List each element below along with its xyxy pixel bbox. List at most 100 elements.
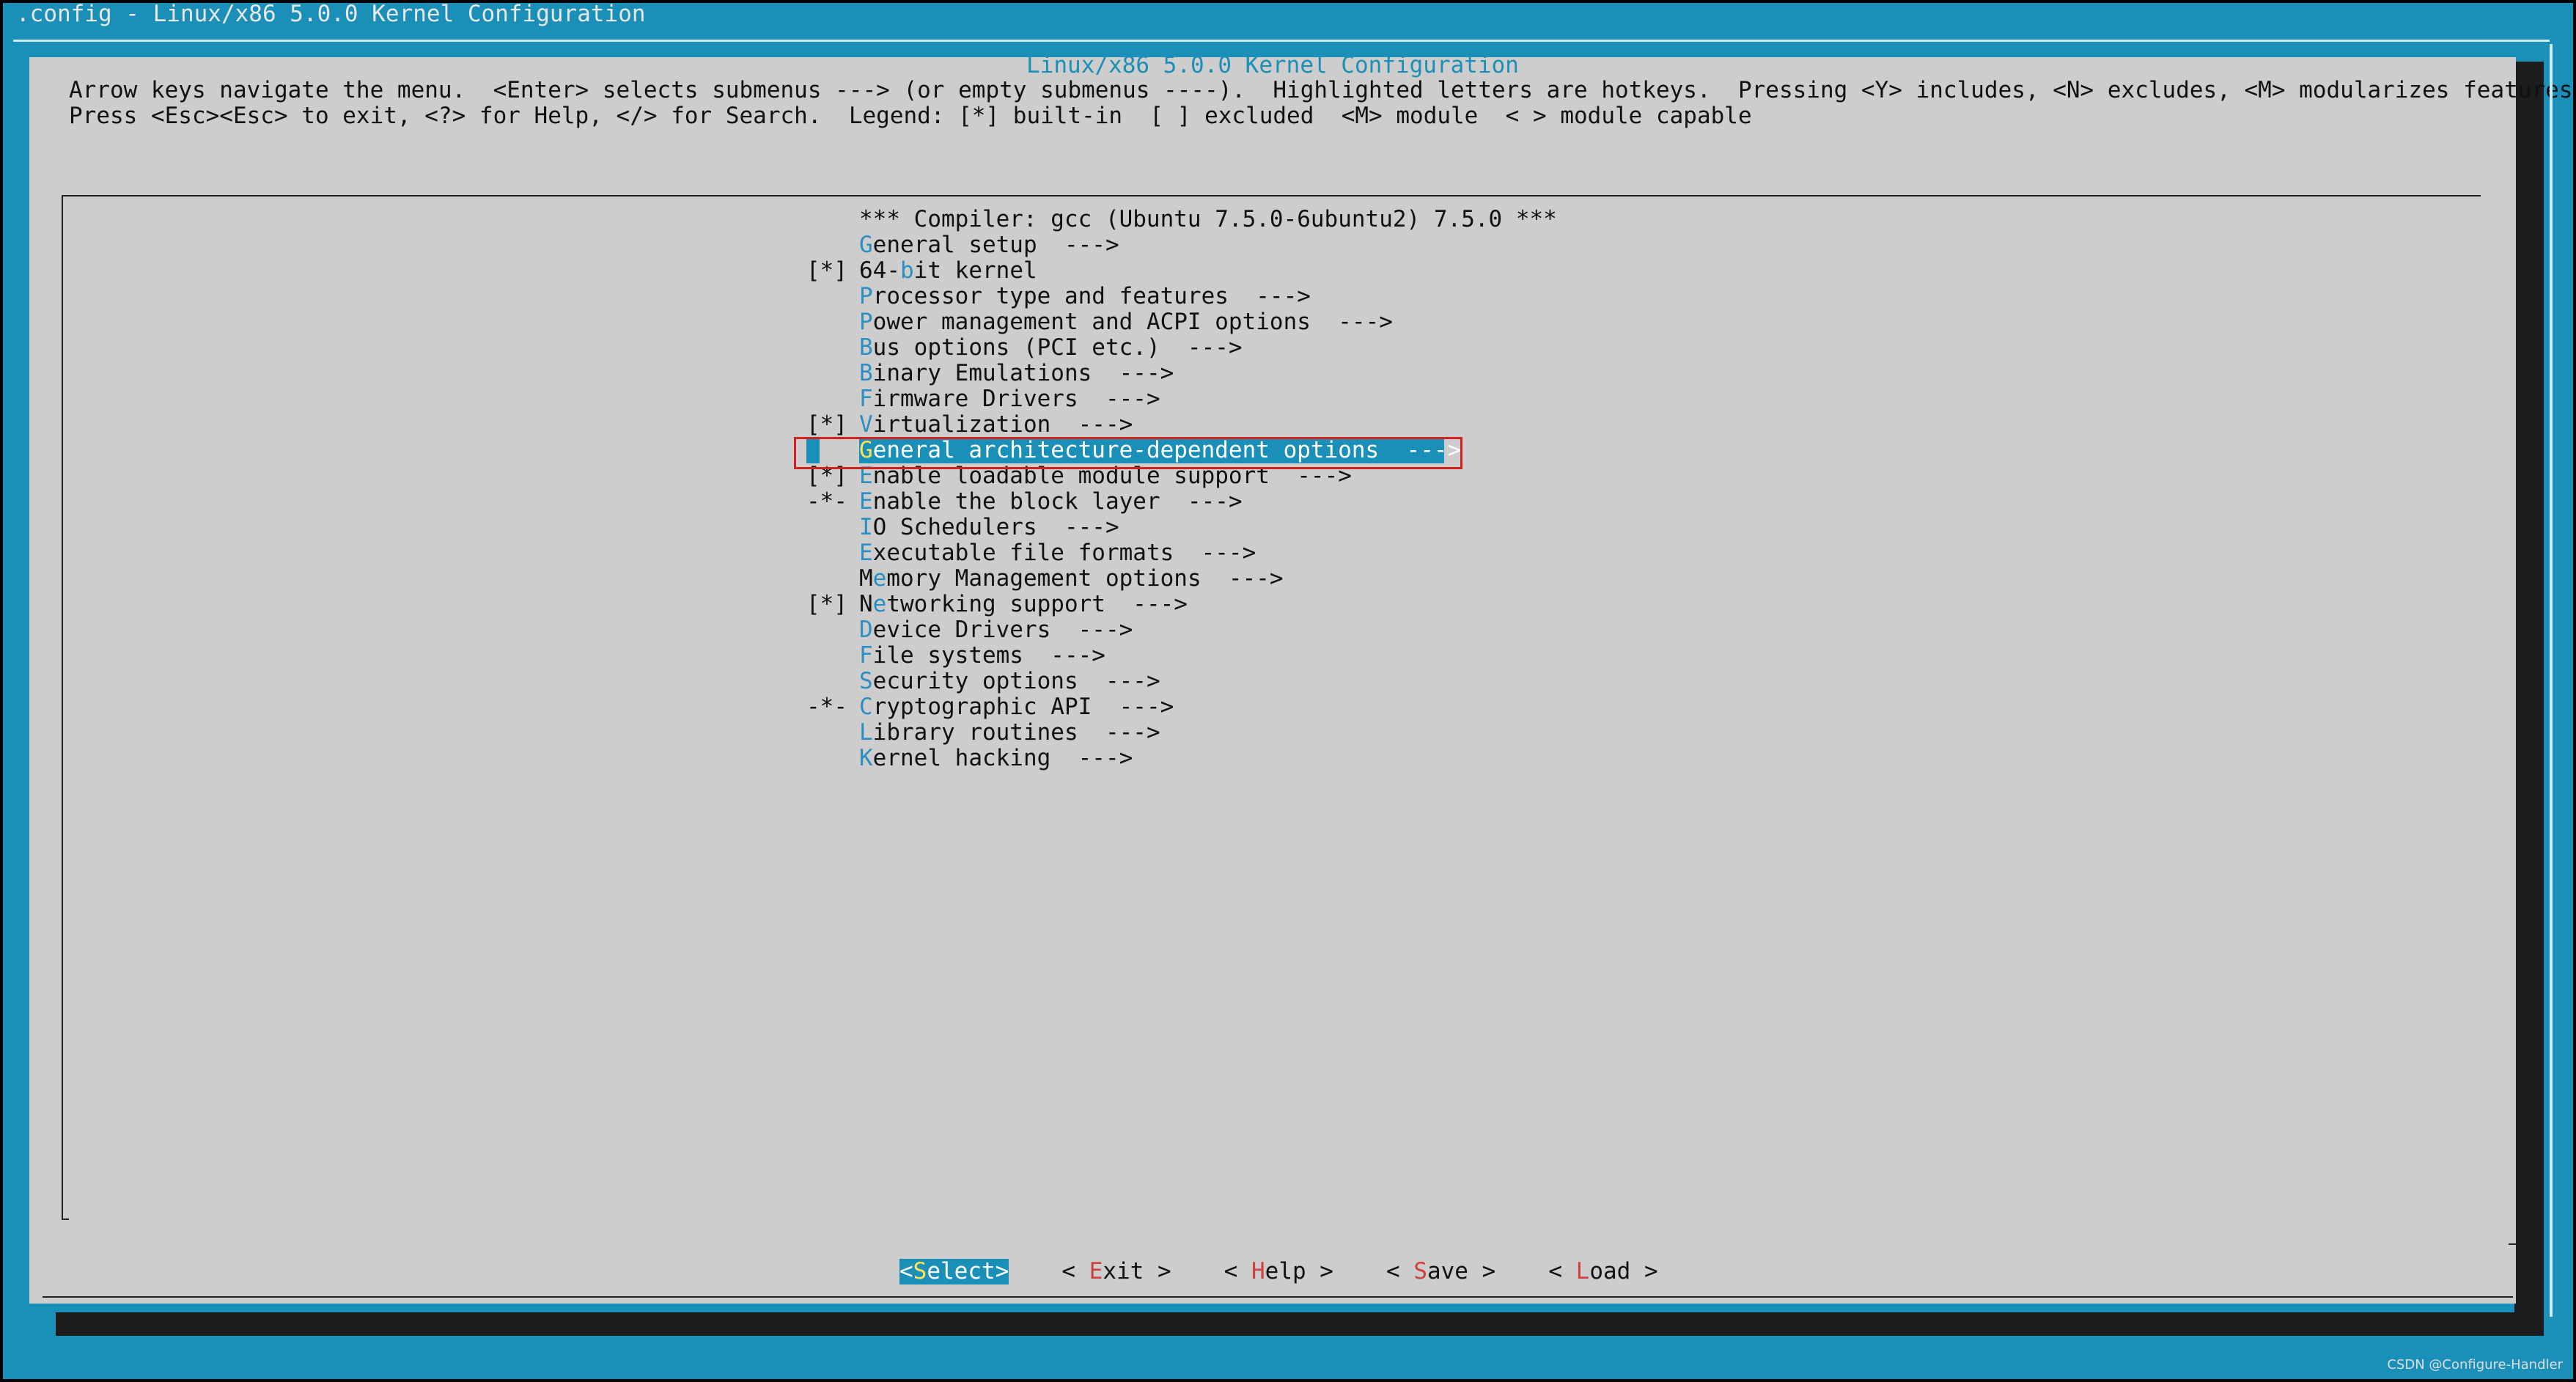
menu-item[interactable]: Security options --->	[806, 669, 1557, 694]
watermark: CSDN @Configure-Handler	[2387, 1357, 2563, 1372]
menu-item-label: Cryptographic API --->	[859, 694, 1174, 720]
menu-item-state	[806, 386, 859, 412]
menu-item-hotkey: F	[859, 386, 873, 412]
menu-item-hotkey: C	[859, 694, 873, 720]
menu-list-right-tick	[2509, 1243, 2517, 1245]
menu-item-text: eneral setup --->	[872, 232, 1119, 258]
menu-item[interactable]: Library routines --->	[806, 720, 1557, 746]
menu-item-hotkey: D	[859, 617, 873, 643]
menu-item-label: *** Compiler: gcc (Ubuntu 7.5.0-6ubuntu2…	[859, 207, 1557, 232]
menu-item-text: xecutable file formats --->	[872, 540, 1256, 566]
menu-item-label: Library routines --->	[859, 720, 1160, 746]
menu-item[interactable]: Device Drivers --->	[806, 617, 1557, 643]
menu-item-text: N	[859, 591, 873, 617]
menu-item-hotkey: B	[859, 334, 873, 361]
menu-item[interactable]: -*- Cryptographic API --->	[806, 694, 1557, 720]
menu-item-label: Device Drivers --->	[859, 617, 1133, 643]
menu-item-text: *** Compiler: gcc (Ubuntu 7.5.0-6ubuntu2…	[859, 206, 1557, 232]
menu-item-state	[806, 335, 859, 361]
menu-item[interactable]: [*] Networking support --->	[806, 592, 1557, 617]
menu-item-label: Virtualization --->	[859, 412, 1133, 438]
menu-item[interactable]: Memory Management options --->	[806, 566, 1557, 592]
menu-item-state: [*]	[806, 591, 847, 617]
exit-button[interactable]: < Exit >	[1061, 1259, 1171, 1284]
menu-item-text: ecurity options --->	[872, 668, 1160, 694]
menu-item-state	[806, 232, 859, 258]
menu-item-text: tworking support --->	[886, 591, 1188, 617]
menu-item-label: Networking support --->	[859, 592, 1188, 617]
menu-item-state: -*-	[806, 488, 847, 515]
menu-item[interactable]: Processor type and features --->	[806, 284, 1557, 309]
dialog-title: Linux/x86 5.0.0 Kernel Configuration	[1026, 52, 1519, 78]
menu-item-label: Kernel hacking --->	[859, 746, 1133, 771]
menu-item-hotkey: P	[859, 309, 873, 335]
menu-item-state	[806, 540, 859, 566]
menu-item-state	[806, 515, 859, 540]
menu-item[interactable]: Binary Emulations --->	[806, 361, 1557, 386]
load-button[interactable]: < Load >	[1548, 1259, 1657, 1284]
dialog-shadow-right	[2514, 62, 2544, 1336]
menu-item-state: [*]	[806, 257, 847, 284]
dialog-shadow-bottom	[56, 1312, 2541, 1336]
menu-item-hotkey: F	[859, 642, 873, 669]
menu-item-label: Security options --->	[859, 669, 1160, 694]
menu-item[interactable]: *** Compiler: gcc (Ubuntu 7.5.0-6ubuntu2…	[806, 207, 1557, 232]
selection-annotation-box	[794, 437, 1462, 469]
menu-item-hotkey: e	[872, 591, 887, 617]
menu-item-text: ile systems --->	[872, 642, 1105, 669]
menu-item-text: evice Drivers --->	[872, 617, 1133, 643]
menu-item-label: Bus options (PCI etc.) --->	[859, 335, 1243, 361]
menu-item-text: irmware Drivers --->	[872, 386, 1160, 412]
menu-item-text: it kernel	[913, 257, 1037, 284]
menu-item[interactable]: Firmware Drivers --->	[806, 386, 1557, 412]
menu-item[interactable]: General setup --->	[806, 232, 1557, 258]
menu-item-label: Binary Emulations --->	[859, 361, 1174, 386]
menu-item[interactable]: Kernel hacking --->	[806, 746, 1557, 771]
menu-item-text: ryptographic API --->	[872, 694, 1174, 720]
help-text-line-1: Arrow keys navigate the menu. <Enter> se…	[69, 77, 2576, 103]
menu-item-state	[806, 746, 859, 771]
dialog-right-border	[2550, 44, 2553, 1317]
menu-item-text: ernel hacking --->	[872, 745, 1133, 771]
menu-item[interactable]: -*- Enable the block layer --->	[806, 489, 1557, 515]
menu-item-state	[806, 617, 859, 643]
menu-item-text: O Schedulers --->	[872, 514, 1119, 540]
menu-item-text: M	[859, 565, 873, 592]
menu-item-hotkey: B	[859, 360, 873, 386]
menu-item-text: mory Management options --->	[886, 565, 1284, 592]
menu-item-state	[806, 284, 859, 309]
menu-item-label: Enable the block layer --->	[859, 489, 1243, 515]
menu-item[interactable]: [*] 64-bit kernel	[806, 258, 1557, 284]
menu-item-label: Memory Management options --->	[859, 566, 1284, 592]
menu-item-label: File systems --->	[859, 643, 1105, 669]
help-button[interactable]: < Help >	[1224, 1259, 1333, 1284]
menu-list-corner	[62, 1214, 69, 1220]
menu-item-state	[806, 309, 859, 335]
menu-item[interactable]: Executable file formats --->	[806, 540, 1557, 566]
menu-item-text: ower management and ACPI options --->	[872, 309, 1393, 335]
menu-item-state	[806, 669, 859, 694]
menu-item[interactable]: Power management and ACPI options --->	[806, 309, 1557, 335]
menu-item[interactable]: Bus options (PCI etc.) --->	[806, 335, 1557, 361]
menu-item-state	[806, 720, 859, 746]
menu-item[interactable]: [*] Virtualization --->	[806, 412, 1557, 438]
menu-item-label: Power management and ACPI options --->	[859, 309, 1393, 335]
menu-item-label: IO Schedulers --->	[859, 515, 1119, 540]
menu-item-hotkey: e	[872, 565, 887, 592]
menu-item-label: Firmware Drivers --->	[859, 386, 1160, 412]
menu-item-label: General setup --->	[859, 232, 1119, 258]
menu-item[interactable]: File systems --->	[806, 643, 1557, 669]
menu-item-text: irtualization --->	[872, 411, 1133, 438]
menu-item-hotkey: K	[859, 745, 873, 771]
select-button[interactable]: <Select>	[899, 1259, 1009, 1284]
save-button[interactable]: < Save >	[1386, 1259, 1495, 1284]
menu-item-state	[806, 361, 859, 386]
button-bar: <Select> < Exit > < Help > < Save > < Lo…	[899, 1259, 1658, 1284]
menu-item-text: nable the block layer --->	[872, 488, 1243, 515]
menu-item-hotkey: I	[859, 514, 873, 540]
menu-item[interactable]: IO Schedulers --->	[806, 515, 1557, 540]
menu-item-label: Executable file formats --->	[859, 540, 1256, 566]
menu-item-state	[806, 643, 859, 669]
menu-item-hotkey: b	[900, 257, 914, 284]
menu-item-hotkey: S	[859, 668, 873, 694]
